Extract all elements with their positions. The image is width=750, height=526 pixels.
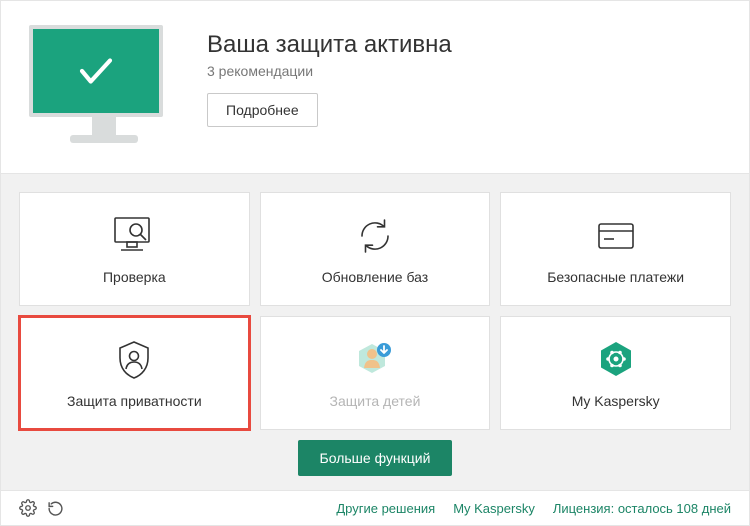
footer-left	[19, 499, 64, 517]
footer-link-other[interactable]: Другие решения	[336, 501, 435, 516]
update-icon	[353, 213, 397, 259]
status-subtitle: 3 рекомендации	[207, 63, 452, 79]
checkmark-icon	[75, 50, 117, 92]
footer-link-license[interactable]: Лицензия: осталось 108 дней	[553, 501, 731, 516]
tile-scan[interactable]: Проверка	[19, 192, 250, 306]
tile-label: My Kaspersky	[572, 393, 660, 409]
app-window: Ваша защита активна 3 рекомендации Подро…	[0, 0, 750, 526]
status-title: Ваша защита активна	[207, 31, 452, 59]
tile-label: Проверка	[103, 269, 166, 285]
tiles-grid: Проверка Обновление баз	[19, 192, 731, 430]
scan-icon	[109, 213, 159, 259]
privacy-icon	[112, 337, 156, 383]
mykaspersky-icon	[594, 337, 638, 383]
status-text: Ваша защита активна 3 рекомендации Подро…	[207, 25, 452, 127]
card-icon	[592, 213, 640, 259]
more-button-row: Больше функций	[19, 430, 731, 482]
tile-label: Защита приватности	[67, 393, 202, 409]
tile-label: Защита детей	[330, 393, 421, 409]
more-functions-button[interactable]: Больше функций	[298, 440, 453, 476]
tile-label: Обновление баз	[322, 269, 428, 285]
footer: Другие решения My Kaspersky Лицензия: ос…	[1, 490, 749, 525]
status-monitor-icon	[29, 25, 179, 155]
settings-icon[interactable]	[19, 499, 37, 517]
tile-privacy[interactable]: Защита приватности	[19, 316, 250, 430]
status-header: Ваша защита активна 3 рекомендации Подро…	[1, 1, 749, 174]
footer-link-mykaspersky[interactable]: My Kaspersky	[453, 501, 535, 516]
tile-mykaspersky[interactable]: My Kaspersky	[500, 316, 731, 430]
kids-icon	[352, 337, 398, 383]
tiles-area: Проверка Обновление баз	[1, 174, 749, 490]
tile-safe-money[interactable]: Безопасные платежи	[500, 192, 731, 306]
refresh-icon[interactable]	[47, 500, 64, 517]
tile-parental[interactable]: Защита детей	[260, 316, 491, 430]
tile-label: Безопасные платежи	[547, 269, 684, 285]
tile-update[interactable]: Обновление баз	[260, 192, 491, 306]
footer-right: Другие решения My Kaspersky Лицензия: ос…	[336, 501, 731, 516]
details-button[interactable]: Подробнее	[207, 93, 318, 127]
